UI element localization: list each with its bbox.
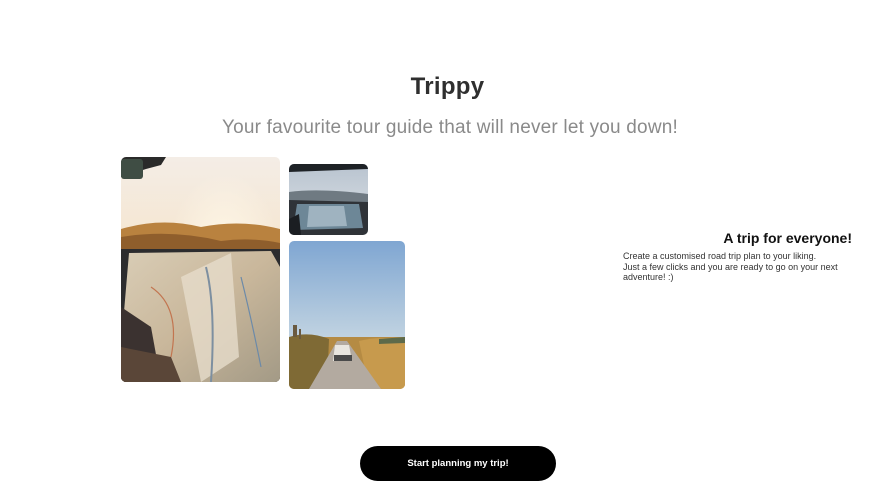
feature-line: adventure! :) (623, 272, 674, 282)
car-dashboard-photo (289, 164, 368, 235)
feature-line: Create a customised road trip plan to yo… (623, 251, 817, 261)
feature-description: Create a customised road trip plan to yo… (623, 251, 883, 283)
feature-line: Just a few clicks and you are ready to g… (623, 261, 838, 272)
page-subtitle: Your favourite tour guide that will neve… (221, 117, 678, 138)
page-title: Trippy (410, 73, 485, 100)
start-planning-button[interactable]: Start planning my trip! (360, 446, 556, 481)
campervan-road-photo (289, 241, 405, 389)
map-in-car-photo (121, 157, 280, 382)
feature-heading: A trip for everyone! (723, 230, 852, 246)
